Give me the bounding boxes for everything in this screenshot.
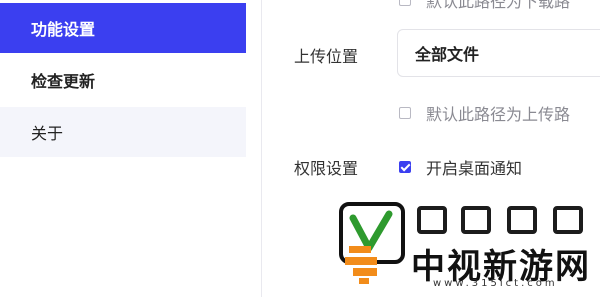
sidebar-item-label: 功能设置 xyxy=(31,20,96,39)
upload-location-label: 上传位置 xyxy=(294,47,359,66)
default-download-path-checkbox[interactable] xyxy=(399,0,411,6)
watermark: 中视新游网 www.315ict.com xyxy=(333,187,600,297)
sidebar-item-about[interactable]: 关于 xyxy=(0,107,246,157)
watermark-url: www.315ict.com xyxy=(433,278,558,289)
desktop-notification-option[interactable]: 开启桌面通知 xyxy=(399,155,522,179)
sidebar-item-label: 关于 xyxy=(31,124,64,143)
default-upload-path-checkbox[interactable] xyxy=(399,107,411,119)
default-upload-path-label: 默认此路径为上传路 xyxy=(426,105,571,124)
settings-sidebar: 功能设置 检查更新 关于 xyxy=(0,0,246,297)
upload-location-value: 全部文件 xyxy=(415,45,480,64)
watermark-brand-mark xyxy=(411,202,600,238)
sidebar-item-label: 检查更新 xyxy=(31,72,96,91)
permissions-label: 权限设置 xyxy=(294,159,359,178)
panel-divider xyxy=(261,0,262,297)
desktop-notification-label: 开启桌面通知 xyxy=(426,159,523,178)
watermark-logo-icon xyxy=(339,202,405,284)
sidebar-item-check-updates[interactable]: 检查更新 xyxy=(0,55,246,105)
sidebar-item-feature-settings[interactable]: 功能设置 xyxy=(0,3,246,53)
desktop-notification-checkbox[interactable] xyxy=(399,161,411,173)
upload-location-select[interactable]: 全部文件 xyxy=(397,29,600,77)
default-download-path-option[interactable]: 默认此路径为下载路 xyxy=(399,0,570,12)
default-download-path-label: 默认此路径为下载路 xyxy=(426,0,571,11)
default-upload-path-option[interactable]: 默认此路径为上传路 xyxy=(399,101,570,125)
